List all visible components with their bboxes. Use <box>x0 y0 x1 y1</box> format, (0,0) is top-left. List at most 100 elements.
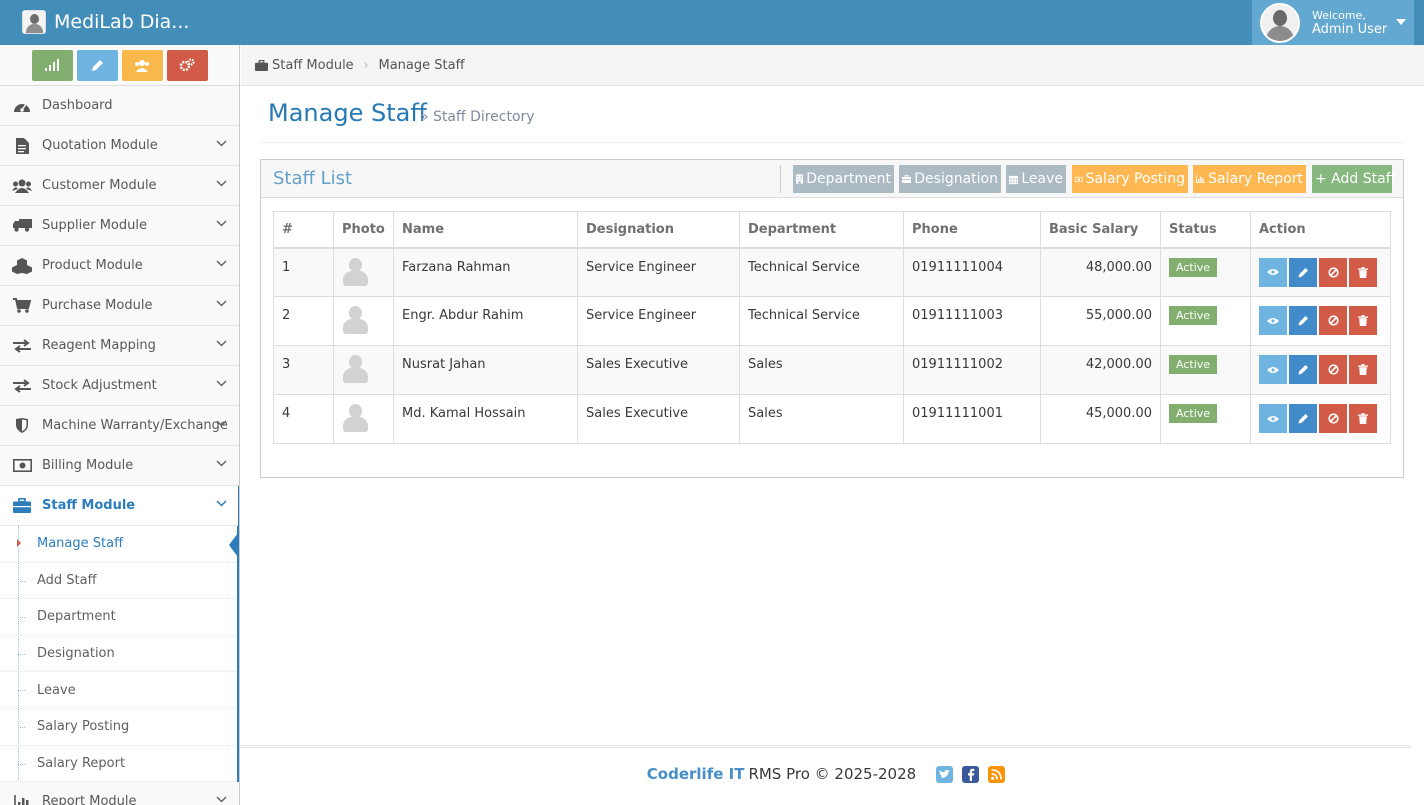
submenu-item-leave[interactable]: Leave <box>0 672 237 709</box>
shortcut-cogs-button[interactable] <box>166 49 208 81</box>
sidebar-item-quotation[interactable]: Quotation Module <box>0 126 239 166</box>
staff-department: Technical Service <box>739 247 904 297</box>
sidebar-item-report[interactable]: Report Module <box>0 782 239 805</box>
sidebar-item-product[interactable]: Product Module <box>0 246 239 286</box>
breadcrumb-module-link[interactable]: Staff Module <box>272 58 354 73</box>
submenu-item-add-staff[interactable]: Add Staff <box>0 563 237 600</box>
sidebar-item-label: Supplier Module <box>42 218 147 233</box>
status-cell: Active <box>1160 394 1251 444</box>
staff-table: # Photo Name Designation Department Phon… <box>273 211 1391 444</box>
designation-button[interactable]: Designation <box>899 165 1001 193</box>
deactivate-button[interactable] <box>1319 257 1347 287</box>
bar-chart-icon <box>12 794 32 805</box>
staff-department: Technical Service <box>739 296 904 346</box>
sidebar-item-label: Product Module <box>42 258 143 273</box>
money-icon <box>12 458 32 474</box>
footer-product: RMS Pro © 2025-2028 <box>748 765 917 783</box>
staff-designation: Sales Executive <box>577 345 740 395</box>
delete-button[interactable] <box>1349 257 1377 287</box>
add-staff-button[interactable]: + Add Staff <box>1312 165 1395 193</box>
photo-cell <box>333 345 394 395</box>
chevron-down-icon <box>216 180 227 187</box>
bar-chart-icon <box>1196 175 1206 183</box>
brand-logo-icon <box>22 10 46 34</box>
sidebar-item-reagent-mapping[interactable]: Reagent Mapping <box>0 326 239 366</box>
view-button[interactable] <box>1259 306 1287 335</box>
user-name: Admin User <box>1312 21 1388 37</box>
chevron-down-icon <box>216 260 227 267</box>
photo-cell <box>333 296 394 346</box>
sidebar-item-label: Machine Warranty/Exchange <box>42 418 228 433</box>
view-button[interactable] <box>1259 257 1287 287</box>
sidebar-item-purchase[interactable]: Purchase Module <box>0 286 239 326</box>
edit-button[interactable] <box>1289 306 1317 335</box>
truck-icon <box>12 218 32 234</box>
shortcut-signal-button[interactable] <box>31 49 73 81</box>
staff-phone: 01911111001 <box>903 394 1041 444</box>
submenu-item-department[interactable]: Department <box>0 599 237 636</box>
edit-button[interactable] <box>1289 355 1317 384</box>
delete-button[interactable] <box>1349 306 1377 335</box>
delete-button[interactable] <box>1349 404 1377 433</box>
staff-salary: 48,000.00 <box>1040 247 1161 297</box>
user-menu[interactable]: Welcome, Admin User <box>1252 0 1414 45</box>
table-row: 3 Nusrat Jahan Sales Executive Sales 019… <box>273 345 1391 395</box>
edit-button[interactable] <box>1289 404 1317 433</box>
sidebar-item-supplier[interactable]: Supplier Module <box>0 206 239 246</box>
chevron-down-icon <box>216 300 227 307</box>
submenu-item-manage-staff[interactable]: Manage Staff <box>0 526 238 563</box>
photo-cell <box>333 394 394 444</box>
delete-button[interactable] <box>1349 355 1377 384</box>
submenu-item-salary-report[interactable]: Salary Report <box>0 746 237 783</box>
shortcut-pencil-button[interactable] <box>76 49 118 81</box>
view-button[interactable] <box>1259 404 1287 433</box>
salary-report-button-label: Salary Report <box>1208 171 1303 187</box>
deactivate-button[interactable] <box>1319 404 1347 433</box>
eye-icon <box>1267 317 1279 324</box>
staff-designation: Service Engineer <box>577 296 740 346</box>
column-header[interactable]: Status <box>1160 211 1251 249</box>
sidebar-item-machine-warranty[interactable]: Machine Warranty/Exchange <box>0 406 239 446</box>
column-header[interactable]: Department <box>739 211 904 249</box>
sidebar-item-stock-adjustment[interactable]: Stock Adjustment <box>0 366 239 406</box>
sidebar-item-label: Billing Module <box>42 458 134 473</box>
sidebar-item-label: Purchase Module <box>42 298 153 313</box>
status-badge: Active <box>1169 257 1218 277</box>
breadcrumb: Staff Module › Manage Staff <box>241 45 1424 86</box>
salary-report-button[interactable]: Salary Report <box>1193 165 1306 193</box>
column-header[interactable]: Phone <box>903 211 1041 249</box>
column-header[interactable]: Name <box>393 211 578 249</box>
column-header[interactable]: Designation <box>577 211 740 249</box>
view-button[interactable] <box>1259 355 1287 384</box>
submenu-item-designation[interactable]: Designation <box>0 636 237 673</box>
sidebar-item-billing[interactable]: Billing Module <box>0 446 239 486</box>
brand[interactable]: MediLab Dia... <box>22 10 189 34</box>
twitter-icon[interactable] <box>936 765 954 783</box>
cubes-icon <box>12 257 32 274</box>
column-header[interactable]: # <box>273 211 334 249</box>
column-header[interactable]: Basic Salary <box>1040 211 1161 249</box>
briefcase-icon <box>902 175 912 183</box>
staff-department: Sales <box>739 394 904 444</box>
shortcut-users-button[interactable] <box>121 49 163 81</box>
deactivate-button[interactable] <box>1319 306 1347 335</box>
action-cell <box>1250 345 1391 395</box>
leave-button[interactable]: Leave <box>1006 165 1066 193</box>
sidebar-item-customer[interactable]: Customer Module <box>0 166 239 206</box>
staff-phone: 01911111002 <box>903 345 1041 395</box>
row-number: 2 <box>273 296 334 346</box>
table-row: 2 Engr. Abdur Rahim Service Engineer Tec… <box>273 296 1391 346</box>
salary-posting-button[interactable]: Salary Posting <box>1072 165 1188 193</box>
staff-name: Md. Kamal Hossain <box>393 394 578 444</box>
deactivate-button[interactable] <box>1319 355 1347 384</box>
rss-icon[interactable] <box>988 765 1006 783</box>
widget-title: Staff List <box>273 168 353 189</box>
staff-salary: 45,000.00 <box>1040 394 1161 444</box>
sidebar-item-label: Report Module <box>42 794 137 805</box>
edit-button[interactable] <box>1289 257 1317 287</box>
submenu-item-salary-posting[interactable]: Salary Posting <box>0 709 237 746</box>
sidebar-item-dashboard[interactable]: Dashboard <box>0 86 239 126</box>
facebook-icon[interactable] <box>962 765 980 783</box>
sidebar-item-staff[interactable]: Staff Module <box>0 486 239 526</box>
department-button[interactable]: Department <box>793 165 894 193</box>
